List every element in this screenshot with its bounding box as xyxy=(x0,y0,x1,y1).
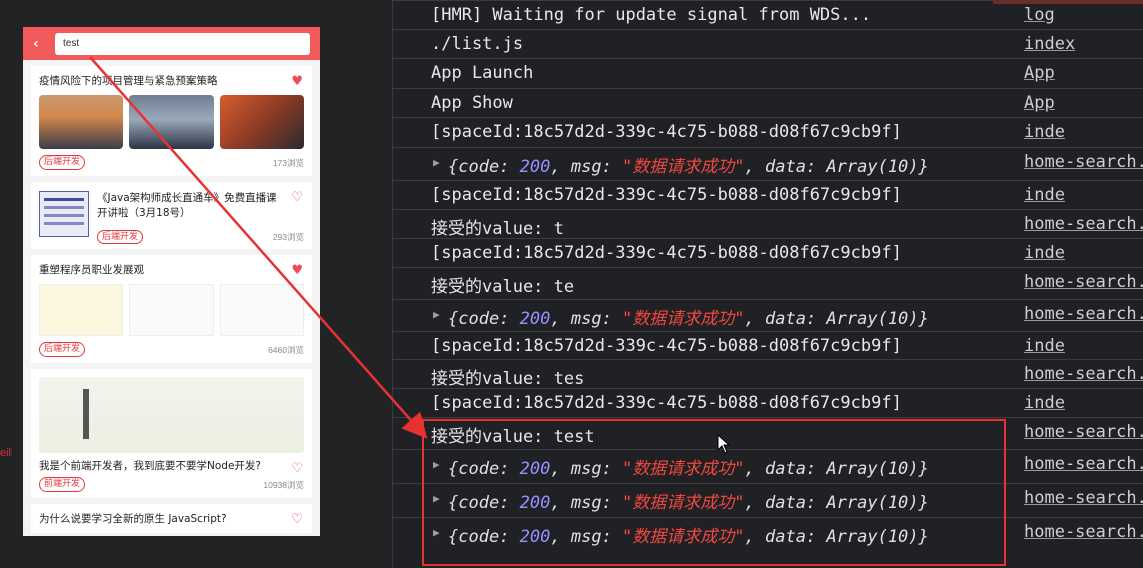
article-title: 重塑程序员职业发展观 xyxy=(39,264,144,276)
article-card[interactable]: 我是个前端开发者，我到底要不要学Node开发? ♡ 前端开发 10938浏览 xyxy=(31,369,312,498)
article-illustration xyxy=(39,377,304,453)
console-source-link[interactable]: App xyxy=(1024,63,1055,83)
console-message: App Launch xyxy=(431,63,534,83)
left-workspace: eili ‹ test 疫情风险下的项目管理与紧急预案策略 ♥ 后端开发 173… xyxy=(0,0,392,568)
console-log-line: [spaceId:18c57d2d-339c-4c75-b088-d08f67c… xyxy=(393,388,1143,417)
console-message: 接受的value: tes xyxy=(431,369,585,389)
console-source-link[interactable]: home-search. xyxy=(1024,364,1143,384)
thumbnail-image xyxy=(219,95,304,149)
console-source-link[interactable]: index xyxy=(1024,34,1075,54)
view-count: 293浏览 xyxy=(272,232,304,242)
category-tag[interactable]: 后端开发 xyxy=(39,342,86,357)
console-message: [spaceId:18c57d2d-339c-4c75-b088-d08f67c… xyxy=(431,122,902,142)
article-title: 我是个前端开发者，我到底要不要学Node开发? xyxy=(39,460,261,472)
article-card[interactable]: 《Java架构师成长直通车》免费直播课开讲啦（3月18号） 后端开发 ♡ 293… xyxy=(31,182,312,249)
console-message: [spaceId:18c57d2d-339c-4c75-b088-d08f67c… xyxy=(431,185,902,205)
category-tag[interactable]: 后端开发 xyxy=(39,155,86,170)
heart-outline-icon[interactable]: ♡ xyxy=(291,513,303,526)
console-message: 接受的value: te xyxy=(431,277,575,297)
thumbnail-image xyxy=(39,95,124,149)
console-source-link[interactable]: home-search. xyxy=(1024,454,1143,474)
thumbnail-image xyxy=(129,95,214,149)
console-source-link[interactable]: home-search. xyxy=(1024,488,1143,508)
console-message: [spaceId:18c57d2d-339c-4c75-b088-d08f67c… xyxy=(431,393,902,413)
console-source-link[interactable]: home-search. xyxy=(1024,304,1143,324)
devtools-console: [HMR] Waiting for update signal from WDS… xyxy=(392,0,1143,568)
highlight-box xyxy=(422,419,1006,566)
heart-outline-icon[interactable]: ♡ xyxy=(291,462,303,475)
article-card[interactable]: 疫情风险下的项目管理与紧急预案策略 ♥ 后端开发 173浏览 xyxy=(31,66,312,176)
console-log-line: 接受的value: t home-search. xyxy=(393,209,1143,239)
console-object-preview[interactable]: {code: 200, msg: "数据请求成功", data: Array(1… xyxy=(448,304,929,329)
console-object-line[interactable]: ▶ {code: 200, msg: "数据请求成功", data: Array(… xyxy=(393,299,1143,329)
view-count: 173浏览 xyxy=(272,157,304,168)
console-log-line: [spaceId:18c57d2d-339c-4c75-b088-d08f67c… xyxy=(393,331,1143,360)
thumbnail-image xyxy=(39,284,124,336)
category-tag[interactable]: 前端开发 xyxy=(39,477,86,492)
console-source-link[interactable]: inde xyxy=(1024,243,1065,263)
back-arrow-icon[interactable]: ‹ xyxy=(33,36,55,52)
view-count: 10938浏览 xyxy=(263,479,304,490)
console-source-link[interactable]: inde xyxy=(1024,185,1065,205)
console-source-link[interactable]: log xyxy=(1024,5,1055,25)
article-thumbnails xyxy=(39,284,304,336)
expand-triangle-icon[interactable]: ▶ xyxy=(433,308,440,321)
heart-filled-icon[interactable]: ♥ xyxy=(291,264,303,277)
console-source-link[interactable]: App xyxy=(1024,93,1055,113)
console-source-link[interactable]: home-search. xyxy=(1024,522,1143,542)
console-message: [HMR] Waiting for update signal from WDS… xyxy=(431,5,872,25)
console-message: 接受的value: t xyxy=(431,219,564,239)
article-card[interactable]: 为什么说要学习全新的原生 JavaScript? ♡ xyxy=(31,504,312,533)
console-source-link[interactable]: inde xyxy=(1024,122,1065,142)
article-title: 疫情风险下的项目管理与紧急预案策略 xyxy=(39,75,218,87)
heart-outline-icon[interactable]: ♡ xyxy=(291,191,303,204)
thumbnail-image xyxy=(129,284,214,336)
category-tag[interactable]: 后端开发 xyxy=(97,230,144,244)
console-source-link[interactable]: home-search. xyxy=(1024,272,1143,292)
console-log-line: [spaceId:18c57d2d-339c-4c75-b088-d08f67c… xyxy=(393,238,1143,267)
search-header: ‹ test xyxy=(23,27,320,60)
view-count: 6460浏览 xyxy=(268,344,304,355)
article-title: 为什么说要学习全新的原生 JavaScript? xyxy=(39,513,227,525)
search-input[interactable]: test xyxy=(55,32,310,55)
article-card[interactable]: 重塑程序员职业发展观 ♥ 后端开发 6460浏览 xyxy=(31,255,312,363)
console-log-line: [spaceId:18c57d2d-339c-4c75-b088-d08f67c… xyxy=(393,117,1143,146)
console-log-line: ./list.js index xyxy=(393,29,1143,58)
console-source-link[interactable]: home-search. xyxy=(1024,152,1143,172)
thumbnail-image xyxy=(219,284,304,336)
mouse-cursor-icon xyxy=(717,434,731,454)
console-message: [spaceId:18c57d2d-339c-4c75-b088-d08f67c… xyxy=(431,336,902,356)
console-log-line: [HMR] Waiting for update signal from WDS… xyxy=(393,0,1143,29)
phone-simulator: ‹ test 疫情风险下的项目管理与紧急预案策略 ♥ 后端开发 173浏览 《J… xyxy=(23,27,320,536)
console-object-preview[interactable]: {code: 200, msg: "数据请求成功", data: Array(1… xyxy=(448,152,929,177)
console-source-link[interactable]: inde xyxy=(1024,336,1065,356)
console-message: [spaceId:18c57d2d-339c-4c75-b088-d08f67c… xyxy=(431,243,902,263)
stray-text: eili xyxy=(0,447,12,459)
console-log-line: App Show App xyxy=(393,88,1143,117)
console-source-link[interactable]: inde xyxy=(1024,393,1065,413)
article-title: 《Java架构师成长直通车》免费直播课开讲啦（3月18号） xyxy=(97,192,277,219)
console-log-line: [spaceId:18c57d2d-339c-4c75-b088-d08f67c… xyxy=(393,180,1143,209)
console-log-line: 接受的value: te home-search. xyxy=(393,267,1143,297)
console-source-link[interactable]: home-search. xyxy=(1024,214,1143,234)
console-source-link[interactable]: home-search. xyxy=(1024,422,1143,442)
console-log-line: App Launch App xyxy=(393,58,1143,87)
expand-triangle-icon[interactable]: ▶ xyxy=(433,156,440,169)
console-message: App Show xyxy=(431,93,513,113)
book-cover-image xyxy=(39,191,89,237)
console-log-line: 接受的value: tes home-search. xyxy=(393,359,1143,389)
article-thumbnails xyxy=(39,95,304,149)
heart-filled-icon[interactable]: ♥ xyxy=(291,75,303,88)
console-object-line[interactable]: ▶ {code: 200, msg: "数据请求成功", data: Array(… xyxy=(393,147,1143,177)
console-message: ./list.js xyxy=(431,34,524,54)
